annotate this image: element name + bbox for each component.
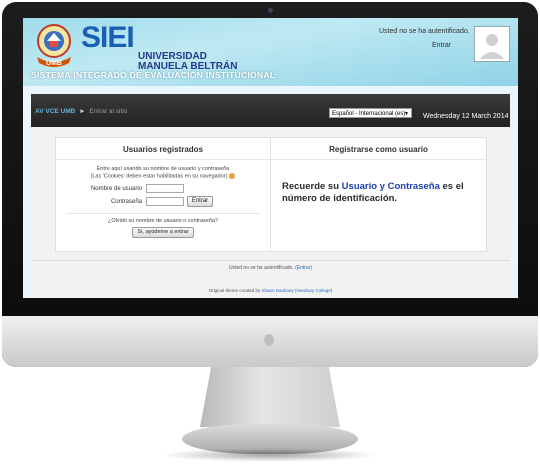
user-silhouette-icon [480, 34, 504, 59]
login-button[interactable]: Entrar [187, 196, 213, 207]
signup-message: Recuerde su Usuario y Contraseña es el n… [282, 181, 482, 205]
footer-divider [31, 260, 510, 261]
apple-logo-icon [264, 334, 274, 346]
breadcrumb-separator-icon: ► [79, 108, 86, 115]
login-intro-line2: (Las 'Cookies' deben estar habilitadas e… [56, 173, 270, 179]
screen: UMB SIEI UNIVERSIDAD MANUELA BELTRÁN SIS… [23, 18, 518, 298]
brand-subtitle: SISTEMA INTEGRADO DE EVALUACIÓN INSTITUC… [31, 70, 276, 80]
site-header: UMB SIEI UNIVERSIDAD MANUELA BELTRÁN SIS… [23, 18, 518, 86]
language-select[interactable]: Español - Internacional (es) ▼ [329, 108, 412, 118]
monitor-shadow [160, 448, 380, 462]
registered-users-title: Usuarios registrados [122, 145, 204, 154]
brand-siei: SIEI [81, 21, 135, 54]
signup-title: Registrarse como usuario [329, 145, 428, 154]
webcam-icon [268, 8, 273, 13]
password-label: Contraseña [110, 199, 142, 205]
footer-theme-link[interactable]: Shaun Daubney (Newbury College) [261, 288, 332, 293]
divider-forgot [66, 213, 260, 214]
footer-theme-credit: Original theme created by Shaun Daubney … [31, 288, 510, 293]
login-status-text: Usted no se ha autentificado. [379, 28, 470, 35]
main-content: Usuarios registrados Registrarse como us… [31, 127, 510, 298]
navigation-bar: AV VCE UMB ► Entrar al sitio Español - I… [31, 94, 510, 127]
logo-text: UMB [46, 60, 62, 67]
password-input[interactable] [146, 197, 184, 206]
footer-status-text: Usted no se ha autentificado. [228, 265, 294, 271]
forgot-password-button[interactable]: Sí, ayúdeme a entrar [132, 227, 194, 238]
login-intro-line1: Entre aquí usando su nombre de usuario y… [96, 166, 230, 172]
panel-divider [270, 138, 271, 251]
header-login-link[interactable]: Entrar [432, 42, 451, 49]
current-date: Wednesday 12 March 2014 [423, 113, 509, 120]
footer-login-link[interactable]: (Entrar) [295, 265, 312, 271]
username-label: Nombre de usuario [90, 186, 142, 192]
dropdown-arrow-icon: ▼ [404, 111, 409, 117]
avatar[interactable] [474, 26, 510, 62]
divider-right [271, 159, 486, 160]
breadcrumb-current: Entrar al sitio [89, 108, 128, 115]
monitor-stand-neck [200, 367, 340, 427]
footer-login-status: Usted no se ha autentificado. (Entrar) [31, 265, 510, 271]
login-panel: Usuarios registrados Registrarse como us… [55, 137, 487, 252]
footer-theme-text: Original theme created by [208, 288, 262, 293]
username-input[interactable] [146, 184, 184, 193]
breadcrumb-home-link[interactable]: AV VCE UMB [35, 108, 75, 115]
university-seal-icon: UMB [37, 24, 71, 67]
breadcrumb: AV VCE UMB ► Entrar al sitio [35, 108, 127, 115]
help-icon[interactable] [229, 173, 236, 179]
signup-message-highlight: Usuario y Contraseña [341, 181, 440, 192]
signup-message-pre: Recuerde su [282, 181, 342, 192]
forgot-password-question: ¿Olvidó su nombre de usuario o contraseñ… [107, 218, 219, 224]
divider-left [56, 159, 270, 160]
language-select-value: Español - Internacional (es) [332, 111, 406, 117]
cookies-notice: (Las 'Cookies' deben estar habilitadas e… [90, 173, 228, 180]
